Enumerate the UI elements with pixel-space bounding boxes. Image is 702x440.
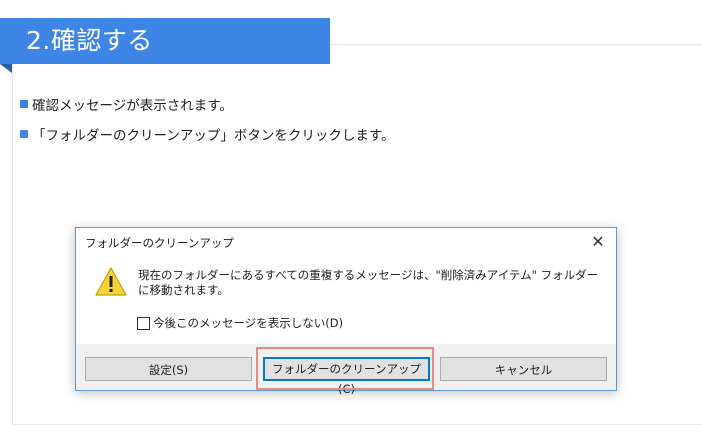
cancel-button[interactable]: キャンセル (440, 357, 607, 381)
step-title: 2.確認する (26, 26, 153, 55)
instruction-item: 確認メッセージが表示されます。 (20, 94, 233, 114)
dialog-title: フォルダーのクリーンアップ (85, 236, 234, 250)
dialog-titlebar: フォルダーのクリーンアップ ✕ (76, 228, 616, 256)
warning-icon (95, 267, 127, 296)
cleanup-dialog: フォルダーのクリーンアップ ✕ 現在のフォルダーにあるすべての重複するメッセージ… (75, 227, 617, 396)
cleanup-folder-button[interactable]: フォルダーのクリーンアップ(C) (263, 357, 430, 396)
bullet-square-icon (20, 100, 28, 108)
checkbox-label: 今後このメッセージを表示しない(D) (153, 316, 344, 330)
close-icon[interactable]: ✕ (588, 232, 608, 252)
checkbox-box[interactable] (137, 316, 150, 330)
settings-button[interactable]: 設定(S) (85, 357, 252, 381)
instruction-text: 「フォルダーのクリーンアップ」ボタンをクリックします。 (32, 128, 395, 144)
instruction-text: 確認メッセージが表示されます。 (32, 98, 233, 114)
step-banner-fold (0, 64, 12, 73)
dont-show-again-checkbox[interactable]: 今後このメッセージを表示しない(D) (137, 315, 343, 331)
dialog-message: 現在のフォルダーにあるすべての重複するメッセージは、"削除済みアイテム" フォル… (138, 268, 599, 297)
dialog-body: 現在のフォルダーにあるすべての重複するメッセージは、"削除済みアイテム" フォル… (76, 256, 616, 344)
instruction-item: 「フォルダーのクリーンアップ」ボタンをクリックします。 (20, 124, 394, 144)
bullet-square-icon (20, 130, 28, 138)
